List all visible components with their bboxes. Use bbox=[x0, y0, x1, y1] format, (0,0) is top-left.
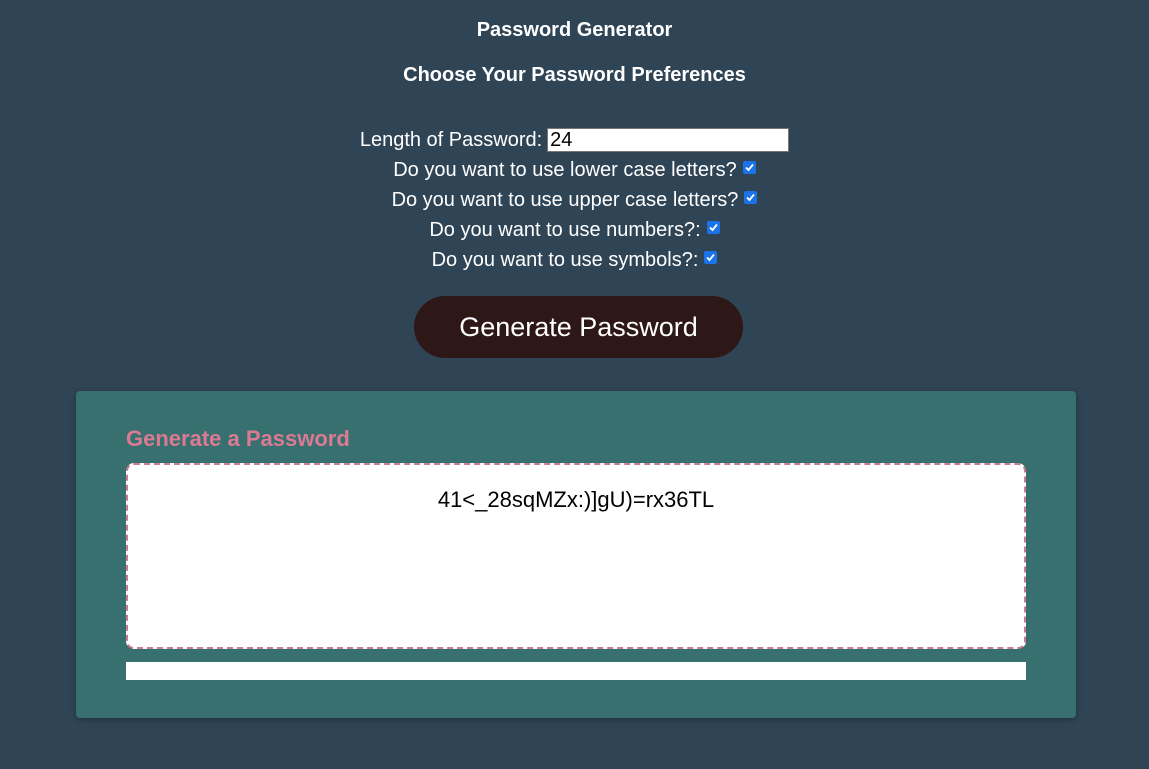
length-row: Length of Password: bbox=[0, 125, 1149, 155]
length-label: Length of Password: bbox=[359, 129, 543, 151]
password-output[interactable]: 41<_28sqMZx:)]gU)=rx36TL bbox=[126, 463, 1026, 649]
check-icon bbox=[745, 163, 754, 171]
lowercase-label: Do you want to use lower case letters? bbox=[393, 159, 737, 181]
lowercase-row: Do you want to use lower case letters? bbox=[0, 155, 1149, 185]
page-title: Password Generator bbox=[476, 19, 673, 41]
check-icon bbox=[708, 223, 718, 231]
uppercase-label: Do you want to use upper case letters? bbox=[391, 189, 739, 211]
symbols-row: Do you want to use symbols?: bbox=[0, 245, 1149, 275]
symbols-checkbox[interactable] bbox=[704, 250, 718, 264]
preferences-title: Choose Your Password Preferences bbox=[403, 64, 746, 86]
uppercase-checkbox[interactable] bbox=[744, 190, 758, 204]
length-input[interactable] bbox=[547, 128, 790, 152]
numbers-row: Do you want to use numbers?: bbox=[0, 215, 1149, 245]
check-icon bbox=[746, 193, 756, 201]
lowercase-checkbox[interactable] bbox=[742, 160, 756, 174]
numbers-checkbox[interactable] bbox=[706, 220, 720, 234]
preferences-form: Length of Password: Do you want to use l… bbox=[0, 125, 1149, 275]
symbols-label: Do you want to use symbols?: bbox=[431, 249, 699, 271]
card-footer-bar bbox=[126, 662, 1026, 680]
password-card: Generate a Password 41<_28sqMZx:)]gU)=rx… bbox=[76, 391, 1076, 718]
card-header: Generate a Password bbox=[126, 426, 350, 451]
generate-password-button[interactable]: Generate Password bbox=[414, 296, 743, 358]
uppercase-row: Do you want to use upper case letters? bbox=[0, 185, 1149, 215]
numbers-label: Do you want to use numbers?: bbox=[429, 219, 701, 241]
check-icon bbox=[706, 253, 716, 261]
